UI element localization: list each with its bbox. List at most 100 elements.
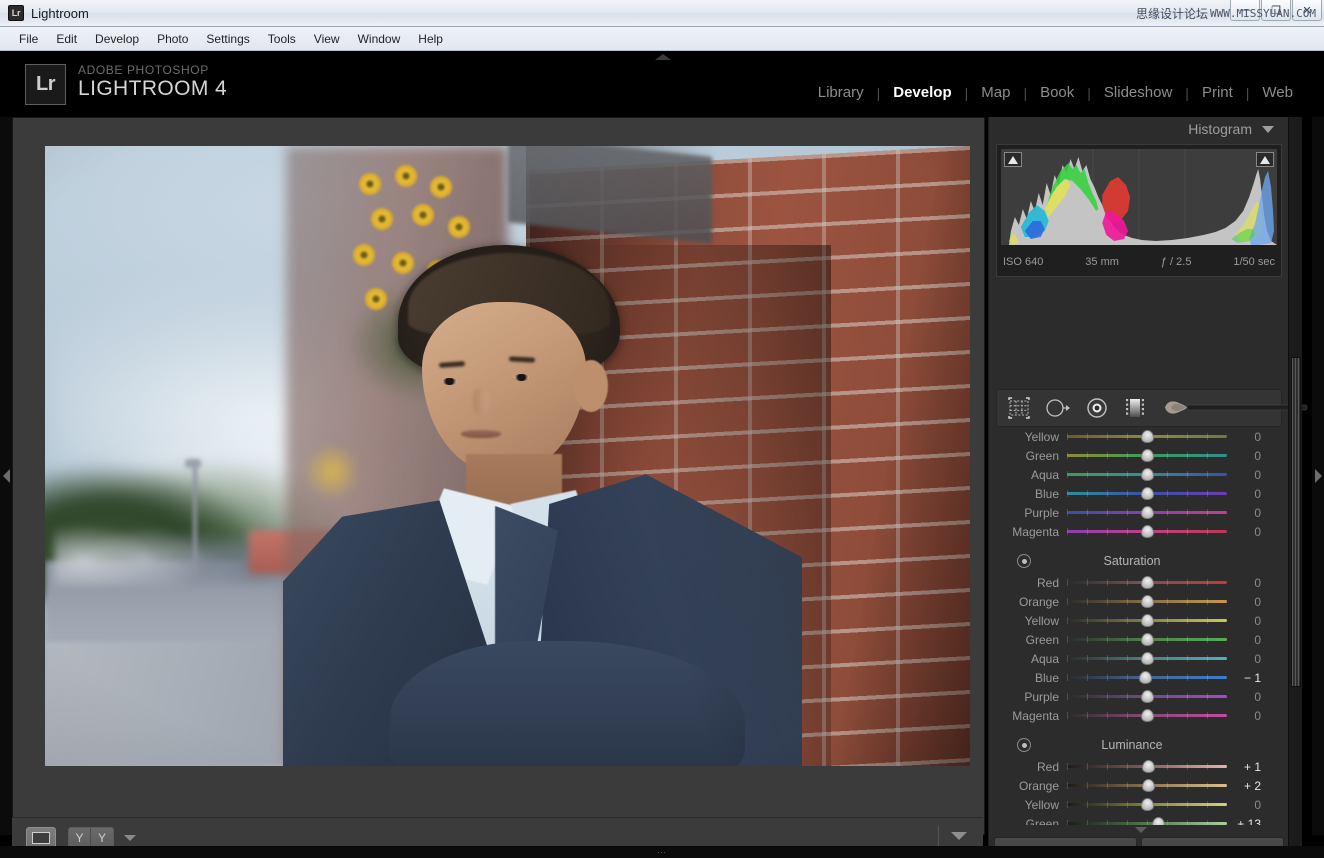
slider-track[interactable] xyxy=(1067,779,1227,792)
slider-row[interactable]: Yellow 0 xyxy=(989,795,1289,814)
right-panel-scrollbar[interactable] xyxy=(1288,117,1302,858)
slider-track[interactable] xyxy=(1067,576,1227,589)
histogram-plot[interactable] xyxy=(1001,149,1277,245)
chevron-right-icon[interactable] xyxy=(1314,469,1322,483)
slider-handle[interactable] xyxy=(1140,633,1154,646)
menu-item-edit[interactable]: Edit xyxy=(47,30,86,48)
slider-track[interactable] xyxy=(1067,430,1227,443)
slider-handle[interactable] xyxy=(1140,709,1154,722)
slider-track[interactable] xyxy=(1067,449,1227,462)
slider-handle[interactable] xyxy=(1140,449,1154,462)
slider-track[interactable] xyxy=(1067,671,1227,684)
slider-track[interactable] xyxy=(1067,525,1227,538)
menu-item-photo[interactable]: Photo xyxy=(148,30,197,48)
toolbar-chevron-down-icon[interactable] xyxy=(951,832,967,840)
menu-item-view[interactable]: View xyxy=(305,30,349,48)
slider-row[interactable]: Green 0 xyxy=(989,446,1289,465)
slider-handle[interactable] xyxy=(1140,468,1154,481)
menu-item-window[interactable]: Window xyxy=(349,30,410,48)
scrollbar-thumb[interactable] xyxy=(1291,357,1301,687)
slider-row[interactable]: Red + 1 xyxy=(989,757,1289,776)
maximize-button[interactable]: ❐ xyxy=(1261,0,1291,21)
histogram-header[interactable]: Histogram xyxy=(1188,121,1274,137)
after-view-icon[interactable]: Y xyxy=(91,827,113,848)
module-map[interactable]: Map xyxy=(968,84,1023,101)
slider-track[interactable] xyxy=(1067,487,1227,500)
before-view-icon[interactable]: Y xyxy=(69,827,91,848)
slider-track[interactable] xyxy=(1067,468,1227,481)
module-book[interactable]: Book xyxy=(1027,84,1087,101)
slider-row[interactable]: Purple 0 xyxy=(989,503,1289,522)
red-eye-correction-icon[interactable] xyxy=(1085,395,1109,421)
graduated-filter-icon[interactable] xyxy=(1123,395,1147,421)
slider-label: Yellow xyxy=(1024,797,1059,812)
hsl-color-panel[interactable]: Yellow 0 Green 0 Aqua 0 Blue 0 Purple 0 … xyxy=(989,429,1289,858)
slider-track[interactable] xyxy=(1067,614,1227,627)
left-panel-toggle[interactable] xyxy=(0,117,12,835)
window-controls[interactable]: — ❐ ✕ xyxy=(1229,0,1322,21)
slider-row[interactable]: Yellow 0 xyxy=(989,611,1289,630)
slider-row[interactable]: Magenta 0 xyxy=(989,706,1289,725)
slider-row[interactable]: Aqua 0 xyxy=(989,649,1289,668)
menu-item-file[interactable]: File xyxy=(10,30,47,48)
slider-handle[interactable] xyxy=(1140,798,1154,811)
menu-item-help[interactable]: Help xyxy=(409,30,452,48)
top-panel-collapse-arrow[interactable] xyxy=(655,54,671,60)
slider-track[interactable] xyxy=(1067,595,1227,608)
chevron-down-icon[interactable] xyxy=(1262,125,1274,133)
slider-handle[interactable] xyxy=(1138,671,1152,684)
slider-track[interactable] xyxy=(1067,506,1227,519)
highlight-clipping-icon[interactable] xyxy=(1256,152,1274,167)
slider-track[interactable] xyxy=(1067,798,1227,811)
slider-handle[interactable] xyxy=(1140,506,1154,519)
slider-handle[interactable] xyxy=(1140,525,1154,538)
chevron-right-icon[interactable] xyxy=(2,469,10,483)
slider-handle[interactable] xyxy=(1140,576,1154,589)
menu-item-tools[interactable]: Tools xyxy=(259,30,305,48)
slider-track[interactable] xyxy=(1067,709,1227,722)
slider-row[interactable]: Yellow 0 xyxy=(989,429,1289,446)
slider-row[interactable]: Red 0 xyxy=(989,573,1289,592)
module-print[interactable]: Print xyxy=(1189,84,1246,101)
photo-preview[interactable] xyxy=(45,146,970,766)
minimize-button[interactable]: — xyxy=(1230,0,1260,21)
image-canvas[interactable] xyxy=(12,117,985,835)
slider-track[interactable] xyxy=(1067,633,1227,646)
slider-handle[interactable] xyxy=(1142,760,1156,773)
slider-handle[interactable] xyxy=(1140,614,1154,627)
slider-handle[interactable] xyxy=(1142,779,1156,792)
slider-handle[interactable] xyxy=(1140,690,1154,703)
view-options-chevron-down-icon[interactable] xyxy=(124,834,136,841)
slider-row[interactable]: Magenta 0 xyxy=(989,522,1289,541)
slider-handle[interactable] xyxy=(1140,595,1154,608)
slider-track[interactable] xyxy=(1067,760,1227,773)
close-button[interactable]: ✕ xyxy=(1292,0,1322,21)
slider-handle[interactable] xyxy=(1140,652,1154,665)
slider-row[interactable]: Aqua 0 xyxy=(989,465,1289,484)
slider-handle[interactable] xyxy=(1140,487,1154,500)
slider-row[interactable]: Green 0 xyxy=(989,630,1289,649)
spot-removal-icon[interactable] xyxy=(1045,395,1071,421)
module-slideshow[interactable]: Slideshow xyxy=(1091,84,1185,101)
shadow-clipping-icon[interactable] xyxy=(1004,152,1022,167)
module-develop[interactable]: Develop xyxy=(880,84,964,101)
slider-row[interactable]: Blue 0 xyxy=(989,484,1289,503)
menu-item-develop[interactable]: Develop xyxy=(86,30,148,48)
slider-row[interactable]: Orange 0 xyxy=(989,592,1289,611)
slider-row[interactable]: Blue − 1 xyxy=(989,668,1289,687)
slider-row[interactable]: Purple 0 xyxy=(989,687,1289,706)
histogram-panel[interactable]: ISO 640 35 mm ƒ / 2.5 1/50 sec xyxy=(996,144,1282,277)
right-panel-toggle[interactable] xyxy=(1312,117,1324,835)
lightroom-workspace: Lr ADOBE PHOTOSHOP LIGHTROOM 4 Library |… xyxy=(0,51,1324,858)
slider-row[interactable]: Orange + 2 xyxy=(989,776,1289,795)
filmstrip-resize-handle[interactable]: ⋯ xyxy=(0,846,1324,858)
panel-collapse-chevron-icon[interactable] xyxy=(1135,827,1147,833)
crop-overlay-icon[interactable] xyxy=(1007,395,1031,421)
slider-track[interactable] xyxy=(1067,652,1227,665)
menu-item-settings[interactable]: Settings xyxy=(197,30,258,48)
section-title: Luminance xyxy=(1101,738,1163,752)
module-library[interactable]: Library xyxy=(805,84,877,101)
slider-handle[interactable] xyxy=(1140,430,1154,443)
module-web[interactable]: Web xyxy=(1249,84,1306,101)
slider-track[interactable] xyxy=(1067,690,1227,703)
